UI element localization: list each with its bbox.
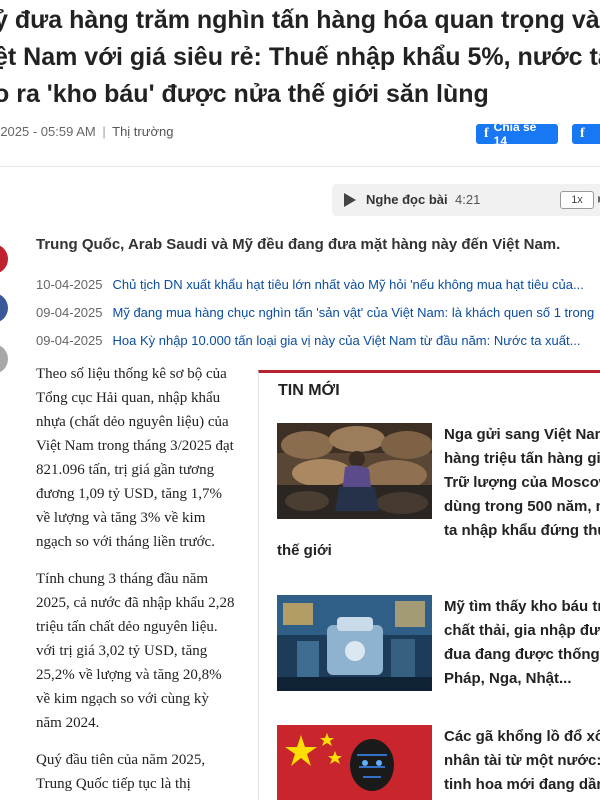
facebook-share-button[interactable]: f Chia sẻ 14 (476, 120, 558, 148)
news-title-line: ta nhập khẩu đứng thứ (444, 522, 600, 539)
sidebar-title: TIN MỚI (278, 382, 340, 399)
body-paragraph: Quý đầu tiên của năm 2025, Trung Quốc ti… (36, 752, 206, 792)
publish-date: -2025 - 05:59 AM (0, 124, 96, 139)
facebook-like-button[interactable]: f (572, 124, 600, 144)
news-thumbnail[interactable] (277, 725, 432, 800)
news-title[interactable]: Nga gửi sang Việt Nam hàng triệu tấn hàn… (444, 423, 600, 543)
news-title-line: tinh hoa mới đang dần (444, 776, 600, 793)
audio-player[interactable]: Nghe đọc bài 4:21 1x ▸▸ (332, 184, 600, 216)
share-circle-button[interactable] (0, 244, 8, 274)
news-title-tail[interactable]: thế giới (277, 542, 332, 559)
article-headline: ỷ đưa hàng trăm nghìn tấn hàng hóa quan … (0, 2, 600, 113)
news-title-line: Nga gửi sang Việt Nam (444, 426, 600, 443)
article-meta: -2025 - 05:59 AM | Thị trường (0, 124, 173, 139)
share-count-label: Chia sẻ 14 (493, 120, 537, 148)
news-thumbnail[interactable] (277, 595, 432, 691)
headline-line: ệt Nam với giá siêu rẻ: Thuế nhập khẩu 5… (0, 43, 600, 71)
news-title[interactable]: Mỹ tìm thấy kho báu tr chất thải, gia nh… (444, 595, 600, 691)
audio-duration: 4:21 (455, 192, 481, 207)
facebook-circle-button[interactable] (0, 293, 8, 323)
article-body: Theo số liệu thống kê sơ bộ của Tổng cục… (36, 362, 236, 800)
related-link[interactable]: 10-04-2025 Chủ tịch DN xuất khẩu hạt tiêu… (36, 277, 600, 292)
header-divider (0, 166, 600, 167)
body-paragraph: Tính chung 3 tháng đầu năm 2025, cả nước… (36, 571, 235, 731)
news-title-line: Pháp, Nga, Nhật... (444, 670, 572, 687)
news-title-line: dùng trong 500 năm, n (444, 498, 600, 515)
news-title-line: hàng triệu tấn hàng gi (444, 450, 600, 467)
related-title[interactable]: Hoa Kỳ nhập 10.000 tấn loại gia vị này c… (113, 333, 581, 348)
latest-news-sidebar: TIN MỚI Nga gửi sang Việt Nam hàng triệu… (258, 370, 600, 800)
audio-label: Nghe đọc bài (366, 192, 448, 207)
related-title[interactable]: Mỹ đang mua hàng chục nghìn tấn 'sản vật… (113, 305, 595, 320)
news-title-line: Trữ lượng của Moscow (444, 474, 600, 491)
category-link[interactable]: Thị trường (112, 124, 173, 139)
news-thumbnail[interactable] (277, 423, 432, 519)
headline-line: ỷ đưa hàng trăm nghìn tấn hàng hóa quan … (0, 6, 600, 34)
headline-line: o ra 'kho báu' được nửa thế giới săn lùn… (0, 80, 489, 108)
playback-speed-button[interactable]: 1x (560, 191, 594, 209)
facebook-icon: f (580, 126, 585, 141)
body-paragraph: Theo số liệu thống kê sơ bộ của Tổng cục… (36, 366, 234, 550)
related-link[interactable]: 09-04-2025 Hoa Kỳ nhập 10.000 tấn loại gi… (36, 333, 600, 348)
related-date: 09-04-2025 (36, 333, 103, 348)
article-sapo: Trung Quốc, Arab Saudi và Mỹ đều đang đư… (36, 236, 561, 253)
news-title-line: đua đang được thống t (444, 646, 600, 663)
news-title-line: Mỹ tìm thấy kho báu tr (444, 598, 600, 615)
related-title[interactable]: Chủ tịch DN xuất khẩu hạt tiêu lớn nhất … (113, 277, 584, 292)
news-title[interactable]: Các gã khổng lồ đổ xô nhân tài từ một nư… (444, 725, 600, 797)
facebook-icon: f (484, 126, 489, 141)
related-date: 10-04-2025 (36, 277, 103, 292)
news-title-line: Các gã khổng lồ đổ xô (444, 728, 600, 745)
news-title-line: nhân tài từ một nước: C (444, 752, 600, 769)
meta-separator: | (102, 124, 106, 139)
more-share-circle-button[interactable] (0, 344, 8, 374)
news-title-line: chất thải, gia nhập đườ (444, 622, 600, 639)
play-icon[interactable] (344, 193, 356, 207)
related-date: 09-04-2025 (36, 305, 103, 320)
related-link[interactable]: 09-04-2025 Mỹ đang mua hàng chục nghìn tấ… (36, 305, 600, 320)
